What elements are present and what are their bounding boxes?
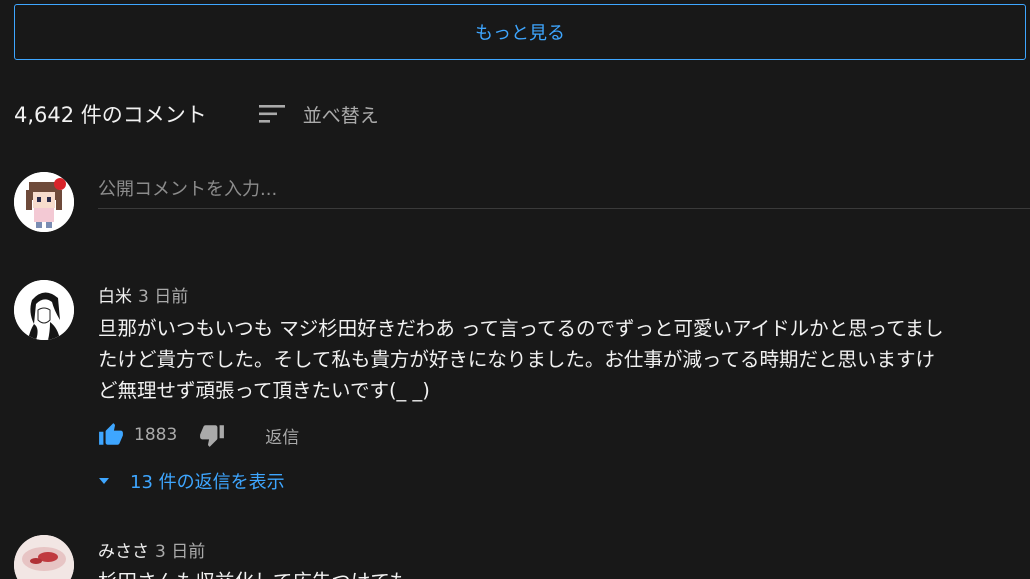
comment-input-placeholder: 公開コメントを入力...	[98, 179, 278, 200]
comment-author-avatar[interactable]	[14, 280, 74, 340]
food-photo-avatar-image	[14, 535, 74, 579]
pixel-character-avatar-image	[14, 172, 74, 232]
caret-down-icon	[99, 478, 109, 484]
comment-author-avatar[interactable]	[14, 535, 74, 579]
show-more-button[interactable]: もっと見る	[14, 4, 1026, 60]
like-count: 1883	[134, 425, 178, 445]
comment-text-line: ど無理せず頑張って頂きたいです(_ _)	[98, 379, 430, 402]
comment-text: 杉田さんも収益化して広告つけても	[98, 566, 1023, 579]
reply-button[interactable]: 返信	[265, 423, 299, 448]
comment-actions: 1883 返信	[98, 418, 299, 452]
comment-text-line: たけど貴方でした。そして私も貴方が好きになりました。お仕事が減ってる時期だと思い…	[98, 348, 935, 371]
comment-text: 旦那がいつもいつも マジ杉田好きだわあ って言ってるのでずっと可愛いアイドルかと…	[98, 313, 1023, 406]
comment-author[interactable]: 白米	[98, 282, 132, 307]
comment-author[interactable]: みささ	[98, 537, 149, 562]
view-replies-button[interactable]: 13 件の返信を表示	[98, 468, 285, 494]
sort-label: 並べ替え	[302, 104, 379, 127]
sketch-portrait-avatar-image	[14, 280, 74, 340]
comment-input[interactable]: 公開コメントを入力...	[98, 168, 1030, 209]
comment-count: 4,642 件のコメント	[14, 103, 207, 127]
comment-header: 白米 3 日前	[98, 282, 188, 307]
show-more-label: もっと見る	[475, 23, 565, 44]
comment-header: みささ 3 日前	[98, 537, 205, 562]
comments-section: もっと見る 4,642 件のコメント 並べ替え 公開コメントを入力... 白米 …	[0, 0, 1030, 579]
current-user-avatar[interactable]	[14, 172, 74, 232]
sort-button[interactable]: 並べ替え	[258, 101, 379, 128]
comment-text-line: 旦那がいつもいつも マジ杉田好きだわあ って言ってるのでずっと可愛いアイドルかと…	[98, 317, 944, 340]
comment-timestamp[interactable]: 3 日前	[155, 537, 205, 562]
comment-text-line: 杉田さんも収益化して広告つけても	[98, 566, 1023, 579]
comments-header: 4,642 件のコメント 並べ替え	[14, 96, 379, 132]
thumb-up-icon[interactable]	[98, 422, 124, 448]
sort-icon	[258, 105, 285, 123]
view-replies-label: 13 件の返信を表示	[130, 472, 285, 493]
comment-timestamp[interactable]: 3 日前	[138, 282, 188, 307]
thumb-down-icon[interactable]	[199, 422, 225, 448]
